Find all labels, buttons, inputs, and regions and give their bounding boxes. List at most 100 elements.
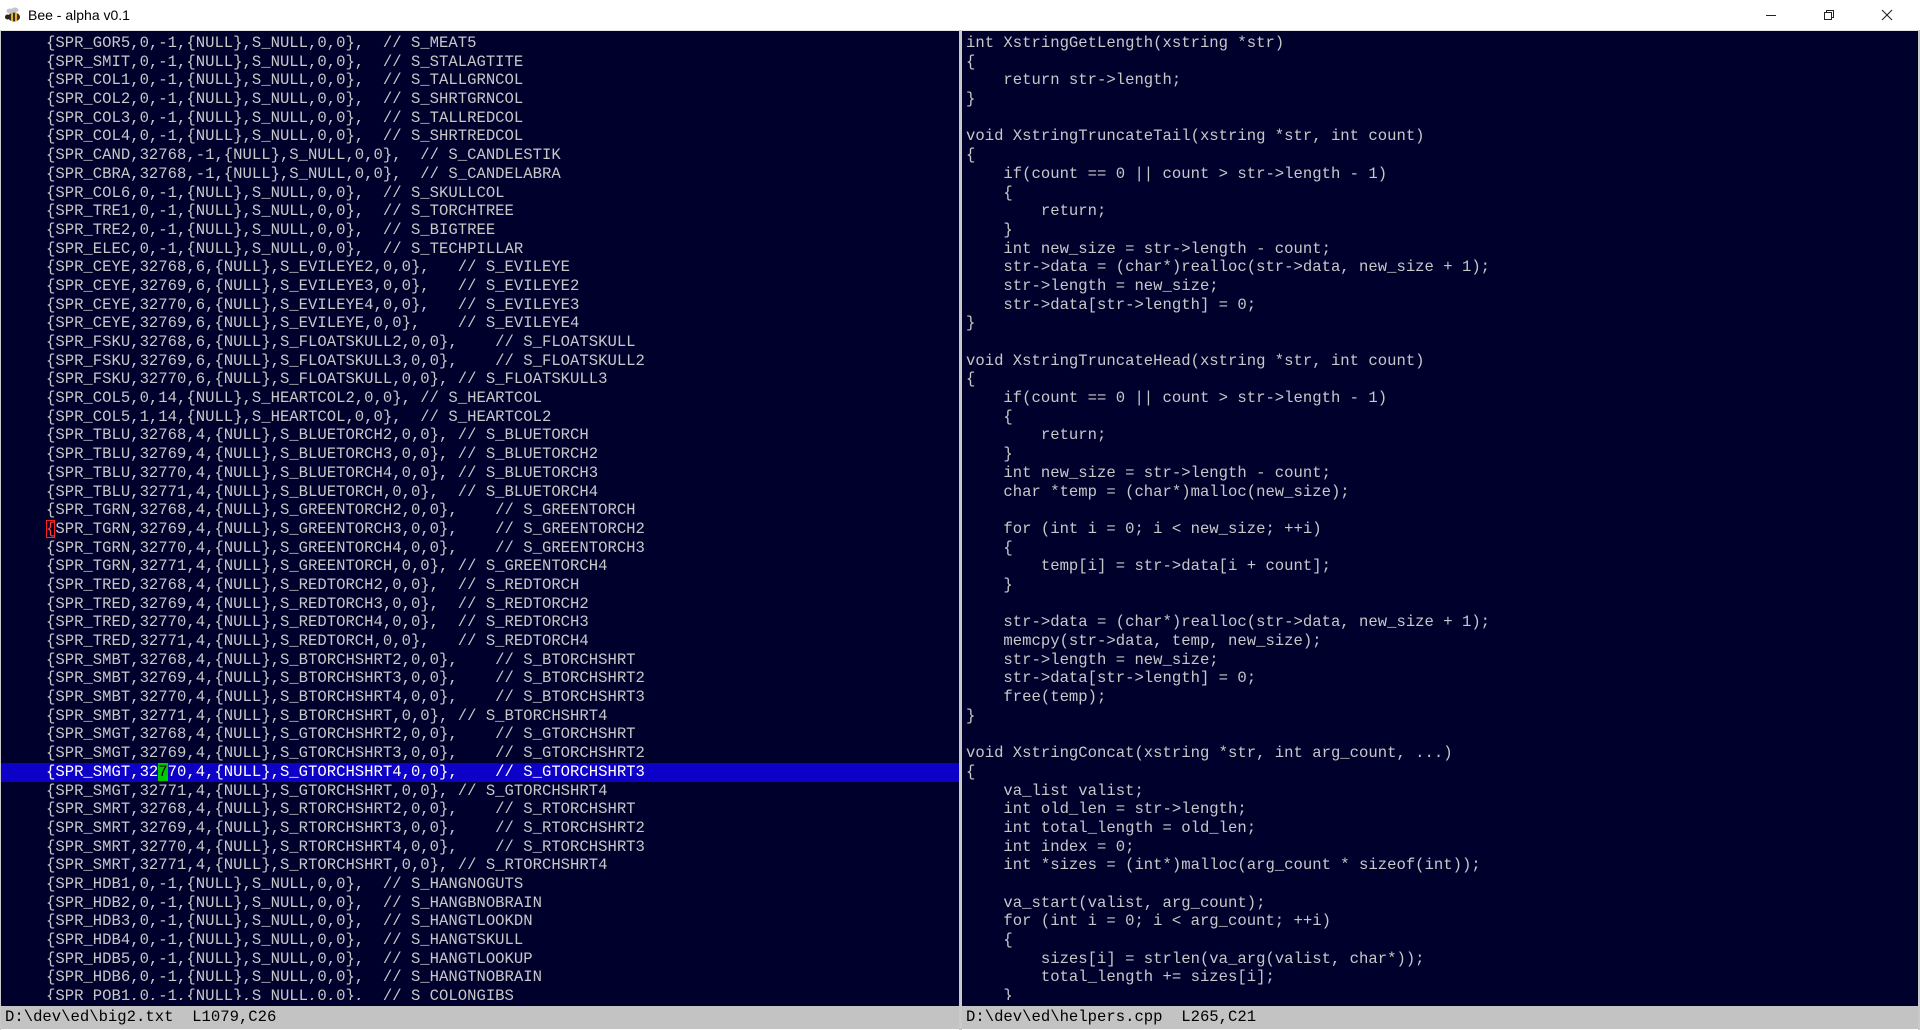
- left-code-line[interactable]: {SPR_TGRN,32768,4,{NULL},S_GREENTORCH2,0…: [1, 501, 959, 520]
- right-code-line[interactable]: [962, 501, 1918, 520]
- right-code-line[interactable]: void XstringConcat(xstring *str, int arg…: [962, 744, 1918, 763]
- right-code-line[interactable]: if(count == 0 || count > str->length - 1…: [962, 165, 1918, 184]
- right-code-line[interactable]: va_list valist;: [962, 782, 1918, 801]
- right-editor-text[interactable]: int XstringGetLength(xstring *str){ retu…: [962, 34, 1918, 1000]
- left-code-line[interactable]: {SPR_TBLU,32769,4,{NULL},S_BLUETORCH3,0,…: [1, 445, 959, 464]
- left-code-line[interactable]: {SPR_CBRA,32768,-1,{NULL},S_NULL,0,0}, /…: [1, 165, 959, 184]
- left-code-line[interactable]: {SPR_HDB4,0,-1,{NULL},S_NULL,0,0}, // S_…: [1, 931, 959, 950]
- right-code-line[interactable]: {: [962, 408, 1918, 427]
- left-code-line[interactable]: {SPR_POB1,0,-1,{NULL},S_NULL,0,0}, // S_…: [1, 987, 959, 1000]
- left-code-line[interactable]: {SPR_FSKU,32770,6,{NULL},S_FLOATSKULL,0,…: [1, 370, 959, 389]
- left-code-line[interactable]: {SPR_HDB5,0,-1,{NULL},S_NULL,0,0}, // S_…: [1, 950, 959, 969]
- left-code-line[interactable]: {SPR_GOR5,0,-1,{NULL},S_NULL,0,0}, // S_…: [1, 34, 959, 53]
- right-code-line[interactable]: str->data = (char*)realloc(str->data, ne…: [962, 613, 1918, 632]
- right-code-line[interactable]: for (int i = 0; i < arg_count; ++i): [962, 912, 1918, 931]
- left-code-line[interactable]: {SPR_SMBT,32768,4,{NULL},S_BTORCHSHRT2,0…: [1, 651, 959, 670]
- left-code-line[interactable]: {SPR_COL4,0,-1,{NULL},S_NULL,0,0}, // S_…: [1, 127, 959, 146]
- left-code-line[interactable]: {SPR_SMBT,32769,4,{NULL},S_BTORCHSHRT3,0…: [1, 669, 959, 688]
- right-editor-pane[interactable]: int XstringGetLength(xstring *str){ retu…: [962, 31, 1918, 1000]
- left-code-line[interactable]: {SPR_FSKU,32768,6,{NULL},S_FLOATSKULL2,0…: [1, 333, 959, 352]
- right-code-line[interactable]: {: [962, 146, 1918, 165]
- left-code-line[interactable]: {SPR_SMGT,32768,4,{NULL},S_GTORCHSHRT2,0…: [1, 725, 959, 744]
- right-code-line[interactable]: temp[i] = str->data[i + count];: [962, 557, 1918, 576]
- left-code-line[interactable]: {SPR_SMBT,32771,4,{NULL},S_BTORCHSHRT,0,…: [1, 707, 959, 726]
- left-code-line[interactable]: {SPR_COL5,1,14,{NULL},S_HEARTCOL,0,0}, /…: [1, 408, 959, 427]
- right-code-line[interactable]: str->length = new_size;: [962, 651, 1918, 670]
- left-code-line[interactable]: {SPR_HDB1,0,-1,{NULL},S_NULL,0,0}, // S_…: [1, 875, 959, 894]
- right-code-line[interactable]: {: [962, 539, 1918, 558]
- minimize-button[interactable]: [1742, 0, 1800, 30]
- right-code-line[interactable]: int old_len = str->length;: [962, 800, 1918, 819]
- left-code-line[interactable]: {SPR_SMIT,0,-1,{NULL},S_NULL,0,0}, // S_…: [1, 53, 959, 72]
- right-code-line[interactable]: return str->length;: [962, 71, 1918, 90]
- right-code-line[interactable]: int XstringGetLength(xstring *str): [962, 34, 1918, 53]
- left-code-line[interactable]: {SPR_TRE2,0,-1,{NULL},S_NULL,0,0}, // S_…: [1, 221, 959, 240]
- left-code-line[interactable]: {SPR_TGRN,32770,4,{NULL},S_GREENTORCH4,0…: [1, 539, 959, 558]
- right-code-line[interactable]: }: [962, 90, 1918, 109]
- left-code-line[interactable]: {SPR_ELEC,0,-1,{NULL},S_NULL,0,0}, // S_…: [1, 240, 959, 259]
- right-code-line[interactable]: str->data[str->length] = 0;: [962, 669, 1918, 688]
- left-code-line[interactable]: {SPR_CAND,32768,-1,{NULL},S_NULL,0,0}, /…: [1, 146, 959, 165]
- left-editor-text[interactable]: {SPR_GOR5,0,-1,{NULL},S_NULL,0,0}, // S_…: [1, 34, 959, 1000]
- left-code-line[interactable]: {SPR_SMBT,32770,4,{NULL},S_BTORCHSHRT4,0…: [1, 688, 959, 707]
- right-code-line[interactable]: return;: [962, 426, 1918, 445]
- right-code-line[interactable]: int new_size = str->length - count;: [962, 464, 1918, 483]
- left-code-line[interactable]: {SPR_CEYE,32769,6,{NULL},S_EVILEYE,0,0},…: [1, 314, 959, 333]
- right-code-line[interactable]: total_length += sizes[i];: [962, 968, 1918, 987]
- right-code-line[interactable]: free(temp);: [962, 688, 1918, 707]
- right-code-line[interactable]: [962, 333, 1918, 352]
- close-button[interactable]: [1858, 0, 1916, 30]
- left-code-line[interactable]: {SPR_HDB2,0,-1,{NULL},S_NULL,0,0}, // S_…: [1, 894, 959, 913]
- right-code-line[interactable]: {: [962, 184, 1918, 203]
- right-code-line[interactable]: [962, 109, 1918, 128]
- right-code-line[interactable]: char *temp = (char*)malloc(new_size);: [962, 483, 1918, 502]
- left-code-line[interactable]: {SPR_COL5,0,14,{NULL},S_HEARTCOL2,0,0}, …: [1, 389, 959, 408]
- left-code-line[interactable]: {SPR_SMGT,32769,4,{NULL},S_GTORCHSHRT3,0…: [1, 744, 959, 763]
- right-code-line[interactable]: int new_size = str->length - count;: [962, 240, 1918, 259]
- right-code-line[interactable]: int index = 0;: [962, 838, 1918, 857]
- right-code-line[interactable]: }: [962, 576, 1918, 595]
- left-code-line[interactable]: {SPR_COL3,0,-1,{NULL},S_NULL,0,0}, // S_…: [1, 109, 959, 128]
- left-code-line[interactable]: {SPR_CEYE,32768,6,{NULL},S_EVILEYE2,0,0}…: [1, 258, 959, 277]
- left-code-line[interactable]: {SPR_FSKU,32769,6,{NULL},S_FLOATSKULL3,0…: [1, 352, 959, 371]
- left-code-line[interactable]: {SPR_TBLU,32768,4,{NULL},S_BLUETORCH2,0,…: [1, 426, 959, 445]
- right-code-line[interactable]: if(count == 0 || count > str->length - 1…: [962, 389, 1918, 408]
- right-code-line[interactable]: sizes[i] = strlen(va_arg(valist, char*))…: [962, 950, 1918, 969]
- left-code-line[interactable]: {SPR_SMRT,32770,4,{NULL},S_RTORCHSHRT4,0…: [1, 838, 959, 857]
- right-code-line[interactable]: }: [962, 445, 1918, 464]
- right-code-line[interactable]: }: [962, 987, 1918, 1000]
- left-code-line[interactable]: {SPR_TRED,32768,4,{NULL},S_REDTORCH2,0,0…: [1, 576, 959, 595]
- right-code-line[interactable]: {: [962, 763, 1918, 782]
- left-code-line[interactable]: {SPR_COL2,0,-1,{NULL},S_NULL,0,0}, // S_…: [1, 90, 959, 109]
- right-code-line[interactable]: str->length = new_size;: [962, 277, 1918, 296]
- right-code-line[interactable]: {: [962, 53, 1918, 72]
- left-code-line[interactable]: {SPR_TRED,32771,4,{NULL},S_REDTORCH,0,0}…: [1, 632, 959, 651]
- right-code-line[interactable]: [962, 875, 1918, 894]
- right-code-line[interactable]: }: [962, 314, 1918, 333]
- left-code-line[interactable]: {SPR_COL6,0,-1,{NULL},S_NULL,0,0}, // S_…: [1, 184, 959, 203]
- restore-button[interactable]: [1800, 0, 1858, 30]
- left-code-line[interactable]: {SPR_CEYE,32769,6,{NULL},S_EVILEYE3,0,0}…: [1, 277, 959, 296]
- left-editor-pane[interactable]: {SPR_GOR5,0,-1,{NULL},S_NULL,0,0}, // S_…: [1, 31, 959, 1000]
- left-code-line[interactable]: {SPR_COL1,0,-1,{NULL},S_NULL,0,0}, // S_…: [1, 71, 959, 90]
- left-code-line[interactable]: {SPR_TRED,32770,4,{NULL},S_REDTORCH4,0,0…: [1, 613, 959, 632]
- right-code-line[interactable]: }: [962, 221, 1918, 240]
- right-code-line[interactable]: void XstringTruncateHead(xstring *str, i…: [962, 352, 1918, 371]
- right-code-line[interactable]: [962, 595, 1918, 614]
- right-code-line[interactable]: }: [962, 707, 1918, 726]
- left-code-line[interactable]: {SPR_SMGT,32771,4,{NULL},S_GTORCHSHRT,0,…: [1, 782, 959, 801]
- right-code-line[interactable]: {: [962, 370, 1918, 389]
- right-code-line[interactable]: int *sizes = (int*)malloc(arg_count * si…: [962, 856, 1918, 875]
- left-code-line[interactable]: {SPR_HDB6,0,-1,{NULL},S_NULL,0,0}, // S_…: [1, 968, 959, 987]
- right-code-line[interactable]: for (int i = 0; i < new_size; ++i): [962, 520, 1918, 539]
- right-code-line[interactable]: memcpy(str->data, temp, new_size);: [962, 632, 1918, 651]
- left-code-line[interactable]: {SPR_SMRT,32771,4,{NULL},S_RTORCHSHRT,0,…: [1, 856, 959, 875]
- right-code-line[interactable]: void XstringTruncateTail(xstring *str, i…: [962, 127, 1918, 146]
- right-code-line[interactable]: str->data = (char*)realloc(str->data, ne…: [962, 258, 1918, 277]
- left-code-line[interactable]: {SPR_TRE1,0,-1,{NULL},S_NULL,0,0}, // S_…: [1, 202, 959, 221]
- left-code-line[interactable]: {SPR_SMRT,32768,4,{NULL},S_RTORCHSHRT2,0…: [1, 800, 959, 819]
- left-code-line[interactable]: {SPR_HDB3,0,-1,{NULL},S_NULL,0,0}, // S_…: [1, 912, 959, 931]
- right-code-line[interactable]: va_start(valist, arg_count);: [962, 894, 1918, 913]
- left-code-line[interactable]: {SPR_SMGT,32770,4,{NULL},S_GTORCHSHRT4,0…: [1, 762, 959, 782]
- left-code-line[interactable]: {SPR_TGRN,32771,4,{NULL},S_GREENTORCH,0,…: [1, 557, 959, 576]
